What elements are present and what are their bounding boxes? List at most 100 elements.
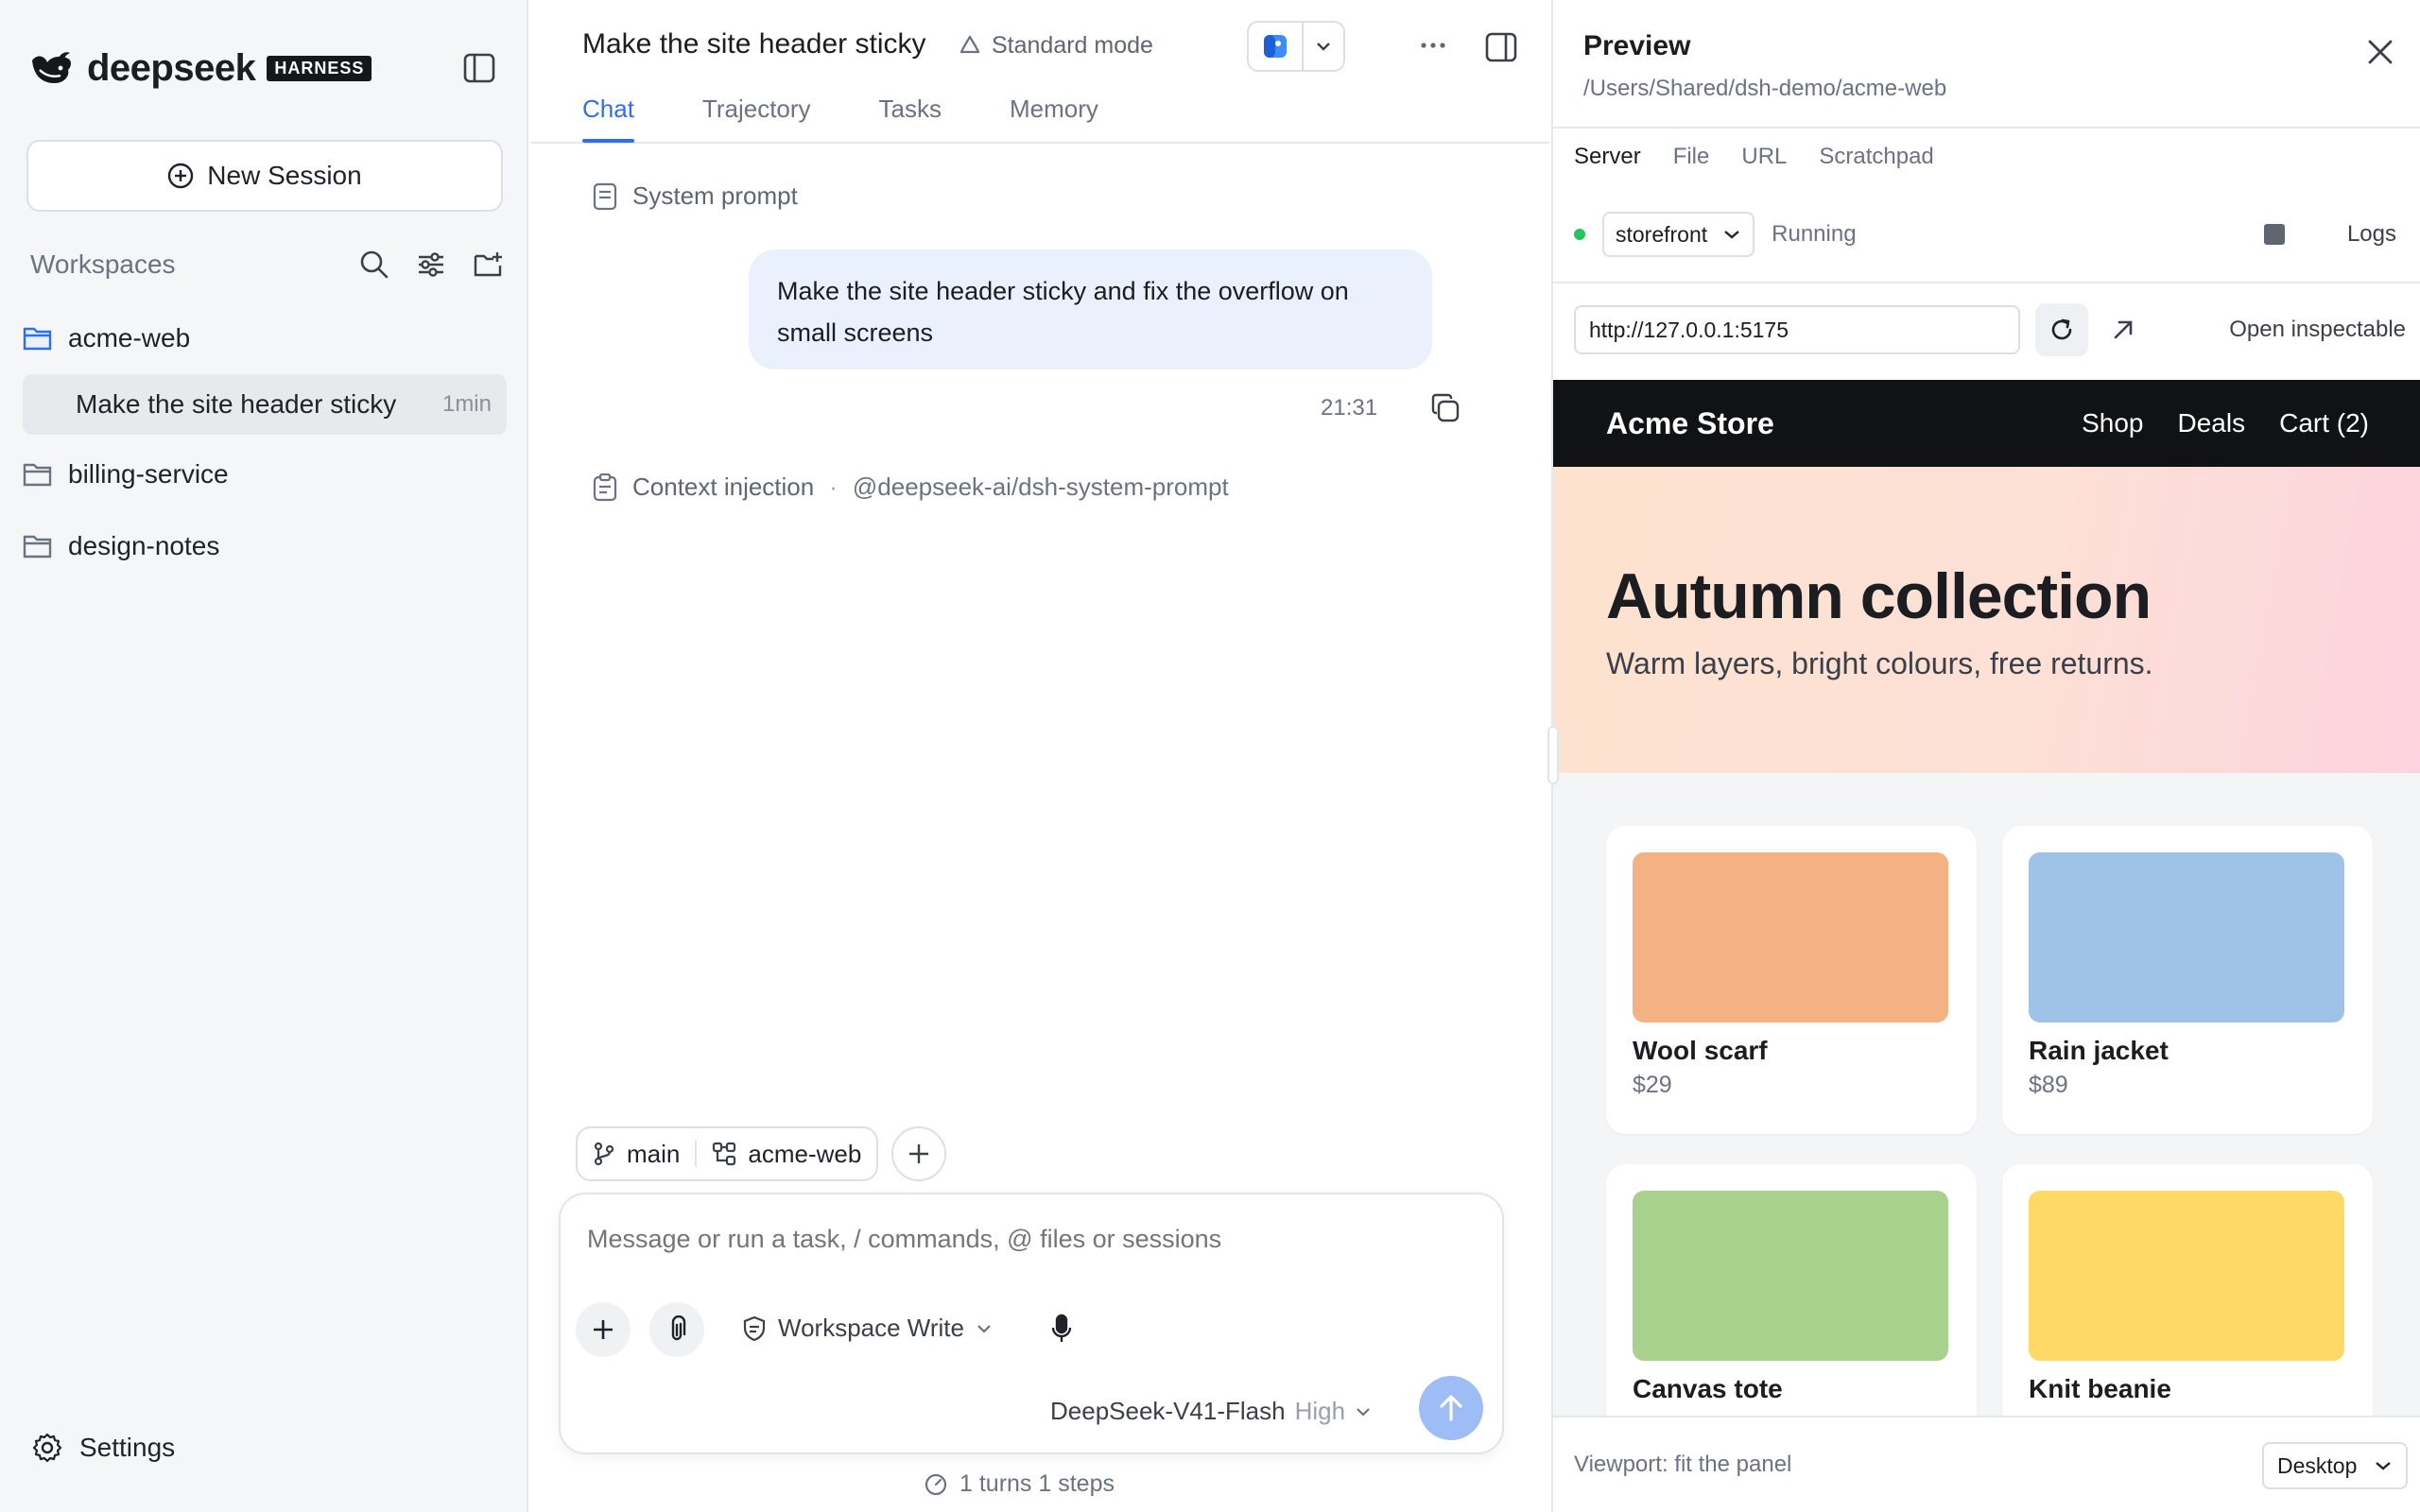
shield-edit-icon [742,1315,767,1342]
workspace-name: billing-service [68,459,229,489]
sidebar: deepseek HARNESS New Session Workspaces [0,0,528,1512]
product-card[interactable]: Knit beanie [2002,1164,2373,1416]
server-status: Running [1772,221,1857,247]
recycle-icon [958,34,982,59]
store-brand[interactable]: Acme Store [1606,406,2082,441]
panel-resize-handle[interactable] [1547,726,1559,784]
gauge-icon [924,1472,948,1497]
context-injection-item[interactable]: Context injection · @deepseek-ai/dsh-sys… [593,472,1229,502]
copy-icon[interactable] [1430,393,1461,423]
workspace-tree-icon [712,1142,736,1166]
url-row: Open inspectable [1574,303,2406,356]
separator-dot: · [829,472,838,501]
permission-label: Workspace Write [778,1314,964,1342]
divider [1553,127,2420,129]
workspace-name: acme-web [68,323,191,352]
workspace-item-acme-web[interactable]: acme-web [23,310,190,367]
preview-title: Preview [1583,30,1691,61]
system-prompt-label: System prompt [632,181,798,210]
tab-chat[interactable]: Chat [582,94,634,143]
workspaces-title: Workspaces [30,249,176,279]
brand-name: deepseek [87,46,256,89]
message-composer: Workspace Write DeepSeek-V41-Flash High [559,1193,1504,1454]
product-card[interactable]: Rain jacket $89 [2002,826,2373,1134]
model-name: DeepSeek-V41-Flash [1050,1397,1286,1425]
context-chips: main acme-web [576,1126,947,1181]
send-button[interactable] [1419,1376,1483,1440]
mode-indicator[interactable]: Standard mode [958,32,1153,60]
system-prompt-toggle[interactable]: System prompt [593,181,798,211]
mode-label: Standard mode [992,32,1153,59]
search-icon[interactable] [359,249,389,280]
filter-sliders-icon[interactable] [416,249,446,280]
close-icon[interactable] [2366,38,2394,66]
model-selector[interactable]: DeepSeek-V41-Flash High [1050,1397,1372,1426]
hero-title: Autumn collection [1606,560,2152,632]
session-age: 1min [441,391,492,417]
agent-logo-icon [1249,23,1304,70]
external-link-icon[interactable] [2111,318,2135,342]
attach-file-button[interactable] [649,1302,704,1357]
url-input[interactable] [1574,305,2020,354]
workspace-name: acme-web [748,1139,862,1168]
tab-tasks[interactable]: Tasks [879,94,942,142]
add-attachment-button[interactable] [576,1302,631,1357]
product-image [2029,1191,2344,1361]
nav-link-deals[interactable]: Deals [2178,408,2246,438]
clipboard-icon [593,472,617,502]
right-panel-toggle-icon[interactable] [1485,32,1517,62]
status-dot [1574,229,1585,240]
tab-server[interactable]: Server [1574,144,1641,170]
message-input[interactable] [587,1225,1457,1254]
refresh-icon [2048,317,2075,343]
logs-button[interactable]: Logs [2347,221,2396,248]
nav-link-cart[interactable]: Cart (2) [2279,408,2369,438]
server-row: storefront Running Logs [1574,212,2406,257]
new-folder-icon[interactable] [473,249,503,280]
settings-label: Settings [79,1433,176,1462]
workspace-item-design-notes[interactable]: design-notes [23,518,219,575]
product-card[interactable]: Canvas tote [1606,1164,1977,1416]
preview-footer: Viewport: fit the panel Desktop [1553,1416,2420,1512]
preview-frame[interactable]: Acme Store Shop Deals Cart (2) Autumn co… [1553,380,2420,1416]
add-context-button[interactable] [891,1126,947,1181]
server-select[interactable]: storefront [1602,212,1755,257]
open-inspectable-button[interactable]: Open inspectable [2229,317,2406,343]
product-card[interactable]: Wool scarf $29 [1606,826,1977,1134]
reload-button[interactable] [2035,303,2088,356]
session-header: Make the site header sticky Standard mod… [530,0,1549,144]
agent-selector[interactable] [1247,21,1345,72]
chevron-down-icon [1722,229,1741,240]
tab-memory[interactable]: Memory [1010,94,1098,142]
tab-url[interactable]: URL [1741,144,1787,170]
permission-selector[interactable]: Workspace Write [742,1314,993,1343]
chevron-down-icon [1304,41,1343,52]
whale-logo-icon [28,49,74,87]
chevron-down-icon [1355,1406,1372,1418]
branch-workspace-chip[interactable]: main acme-web [576,1126,879,1181]
product-image [1633,852,1948,1022]
preview-path: /Users/Shared/dsh-demo/acme-web [1583,76,1947,101]
context-label: Context injection [632,472,815,501]
brand-logo[interactable]: deepseek HARNESS [28,45,372,91]
viewport-option: Desktop [2277,1452,2358,1478]
microphone-icon[interactable] [1050,1314,1073,1344]
stop-icon[interactable] [2263,224,2285,245]
arrow-up-icon [1437,1393,1465,1423]
product-price: $89 [2029,1072,2068,1098]
settings-button[interactable]: Settings [32,1433,175,1463]
tab-file[interactable]: File [1673,144,1710,170]
tab-trajectory[interactable]: Trajectory [702,94,811,142]
new-session-button[interactable]: New Session [26,140,503,212]
viewport-select[interactable]: Desktop [2262,1442,2409,1489]
session-item-active[interactable]: Make the site header sticky 1min [23,374,507,435]
tab-scratchpad[interactable]: Scratchpad [1819,144,1933,170]
viewport-label: Viewport: fit the panel [1574,1452,1792,1477]
more-options-icon[interactable] [1419,34,1447,57]
nav-link-shop[interactable]: Shop [2082,408,2143,438]
plus-icon [591,1317,615,1342]
new-session-label: New Session [207,161,362,190]
session-tabs: Chat Trajectory Tasks Memory [582,94,1098,143]
workspace-item-billing-service[interactable]: billing-service [23,446,229,503]
sidebar-toggle-button[interactable] [463,53,495,83]
